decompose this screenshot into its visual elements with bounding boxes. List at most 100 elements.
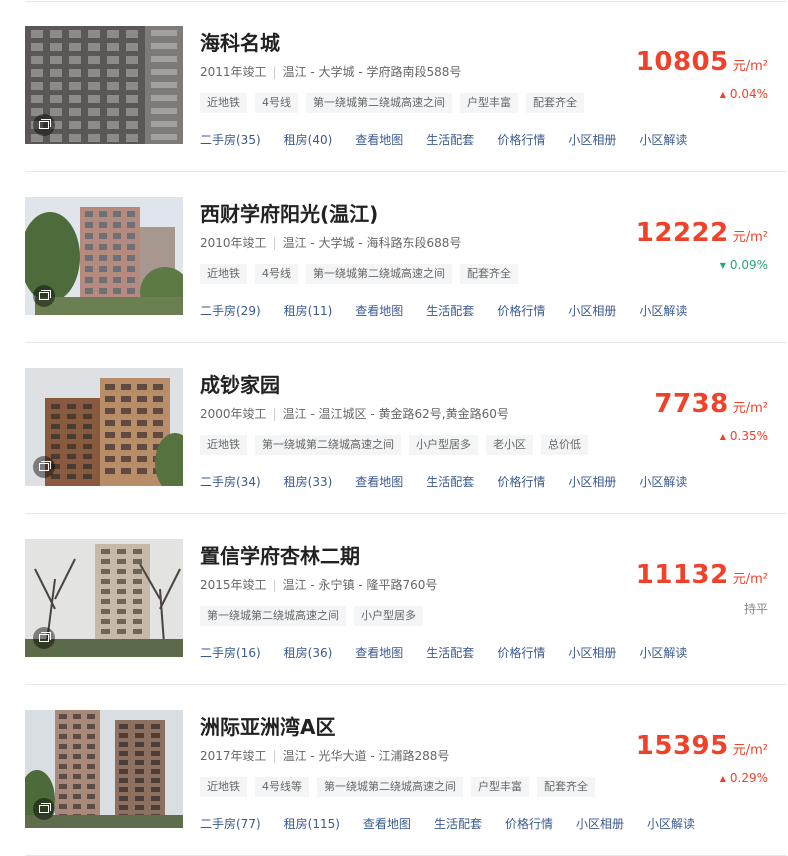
price-change-value: 0.09% [729, 258, 768, 272]
community-listing: 洲际亚洲湾A区 2017年竣工 | 温江 - 光华大道 - 江浦路288号近地铁 4号线… [25, 685, 787, 856]
price-value: 12222 [635, 218, 729, 248]
price-value: 10805 [635, 47, 729, 77]
listing-link[interactable]: 价格行情 [497, 644, 545, 661]
community-photo[interactable] [25, 197, 183, 315]
price-unit: 元/m² [732, 401, 768, 416]
community-name[interactable]: 置信学府杏林二期 [200, 540, 360, 569]
feature-tags: 近地铁 第一绕城第二绕城高速之间 小户型居多 老小区 总价低 [200, 435, 588, 455]
listing-link[interactable]: 查看地图 [355, 302, 403, 319]
feature-tag: 第一绕城第二绕城高速之间 [200, 606, 346, 626]
address: 温江 - 大学城 - 学府路南段588号 [282, 65, 462, 79]
listing-link[interactable]: 租房(36) [284, 644, 333, 661]
community-photo[interactable] [25, 539, 183, 657]
listing-link[interactable]: 小区解读 [639, 302, 687, 319]
listing-link[interactable]: 二手房(29) [200, 302, 261, 319]
community-photo[interactable] [25, 710, 183, 828]
listing-link[interactable]: 查看地图 [355, 644, 403, 661]
address: 温江 - 永宁镇 - 隆平路760号 [282, 578, 438, 592]
community-meta: 2010年竣工 | 温江 - 大学城 - 海科路东段688号 [200, 234, 461, 251]
community-name[interactable]: 成钞家园 [200, 369, 280, 398]
address: 温江 - 温江城区 - 黄金路62号,黄金路60号 [282, 407, 509, 421]
community-name[interactable]: 海科名城 [200, 27, 280, 56]
photo-album-icon[interactable] [33, 114, 55, 136]
price-change: ▲ 0.04% [720, 87, 768, 101]
triangle-up-icon: ▲ [719, 90, 726, 99]
feature-tag: 总价低 [541, 435, 588, 455]
feature-tag: 4号线 [255, 93, 298, 113]
meta-separator: | [272, 65, 277, 79]
listing-link[interactable]: 租房(40) [284, 131, 333, 148]
photo-album-icon[interactable] [33, 285, 55, 307]
feature-tag: 配套齐全 [537, 777, 595, 797]
listing-link[interactable]: 二手房(77) [200, 815, 261, 832]
community-meta: 2017年竣工 | 温江 - 光华大道 - 江浦路288号 [200, 747, 449, 764]
community-name[interactable]: 洲际亚洲湾A区 [200, 711, 335, 740]
listing-link[interactable]: 生活配套 [426, 473, 474, 490]
listing-link[interactable]: 价格行情 [505, 815, 553, 832]
listing-link[interactable]: 小区相册 [568, 644, 616, 661]
price-change-value: 0.35% [729, 429, 768, 443]
meta-separator: | [272, 749, 277, 763]
feature-tag: 4号线 [255, 264, 298, 284]
listing-link[interactable]: 二手房(16) [200, 644, 261, 661]
listing-link[interactable]: 小区相册 [568, 131, 616, 148]
community-listing: 西财学府阳光(温江) 2010年竣工 | 温江 - 大学城 - 海科路东段688号近地… [25, 172, 787, 343]
price-change-value: 持平 [743, 602, 768, 616]
price-value: 11132 [635, 560, 729, 590]
listing-link[interactable]: 小区解读 [639, 473, 687, 490]
listing-link[interactable]: 价格行情 [497, 473, 545, 490]
meta-separator: | [272, 578, 277, 592]
listing-links: 二手房(29) 租房(11) 查看地图 生活配套 价格行情 小区相册 小区解读 [200, 302, 710, 319]
feature-tag: 户型丰富 [460, 93, 518, 113]
feature-tags: 近地铁 4号线 第一绕城第二绕城高速之间 户型丰富 配套齐全 [200, 93, 584, 113]
community-meta: 2015年竣工 | 温江 - 永宁镇 - 隆平路760号 [200, 576, 437, 593]
build-year: 2011年竣工 [200, 65, 267, 79]
listing-link[interactable]: 小区解读 [647, 815, 695, 832]
listing-links: 二手房(34) 租房(33) 查看地图 生活配套 价格行情 小区相册 小区解读 [200, 473, 710, 490]
listing-link[interactable]: 生活配套 [426, 302, 474, 319]
listing-link[interactable]: 小区解读 [639, 131, 687, 148]
listing-link[interactable]: 租房(115) [284, 815, 340, 832]
photo-album-icon[interactable] [33, 798, 55, 820]
listing-link[interactable]: 小区相册 [568, 473, 616, 490]
meta-separator: | [272, 407, 277, 421]
unit-price: 7738 元/m² [654, 389, 768, 419]
listing-link[interactable]: 小区相册 [576, 815, 624, 832]
price-unit: 元/m² [732, 59, 768, 74]
photo-album-icon[interactable] [33, 456, 55, 478]
community-listing: 海科名城 2011年竣工 | 温江 - 大学城 - 学府路南段588号近地铁 4号线 第一… [25, 1, 787, 172]
listing-link[interactable]: 生活配套 [426, 131, 474, 148]
triangle-up-icon: ▲ [719, 774, 726, 783]
feature-tags: 近地铁 4号线等 第一绕城第二绕城高速之间 户型丰富 配套齐全 [200, 777, 595, 797]
community-meta: 2011年竣工 | 温江 - 大学城 - 学府路南段588号 [200, 63, 461, 80]
feature-tag: 老小区 [486, 435, 533, 455]
unit-price: 10805 元/m² [636, 47, 768, 77]
feature-tag: 4号线等 [255, 777, 309, 797]
photo-album-icon[interactable] [33, 627, 55, 649]
price-change: ▲ 0.35% [720, 429, 768, 443]
listing-link[interactable]: 小区解读 [639, 644, 687, 661]
feature-tag: 第一绕城第二绕城高速之间 [255, 435, 401, 455]
listing-link[interactable]: 查看地图 [355, 131, 403, 148]
community-photo[interactable] [25, 26, 183, 144]
listing-link[interactable]: 查看地图 [355, 473, 403, 490]
listing-link[interactable]: 二手房(35) [200, 131, 261, 148]
listing-link[interactable]: 租房(33) [284, 473, 333, 490]
build-year: 2000年竣工 [200, 407, 267, 421]
address: 温江 - 大学城 - 海科路东段688号 [282, 236, 462, 250]
listing-link[interactable]: 生活配套 [434, 815, 482, 832]
listing-link[interactable]: 租房(11) [284, 302, 333, 319]
feature-tag: 第一绕城第二绕城高速之间 [306, 264, 452, 284]
listing-link[interactable]: 二手房(34) [200, 473, 261, 490]
listing-link[interactable]: 查看地图 [363, 815, 411, 832]
listing-link[interactable]: 生活配套 [426, 644, 474, 661]
community-name[interactable]: 西财学府阳光(温江) [200, 198, 378, 227]
listing-link[interactable]: 小区相册 [568, 302, 616, 319]
feature-tag: 第一绕城第二绕城高速之间 [306, 93, 452, 113]
community-listing: 成钞家园 2000年竣工 | 温江 - 温江城区 - 黄金路62号,黄金路60号近地铁… [25, 343, 787, 514]
listing-link[interactable]: 价格行情 [497, 131, 545, 148]
price-change-value: 0.04% [729, 87, 768, 101]
community-photo[interactable] [25, 368, 183, 486]
feature-tags: 近地铁 4号线 第一绕城第二绕城高速之间 配套齐全 [200, 264, 518, 284]
listing-link[interactable]: 价格行情 [497, 302, 545, 319]
